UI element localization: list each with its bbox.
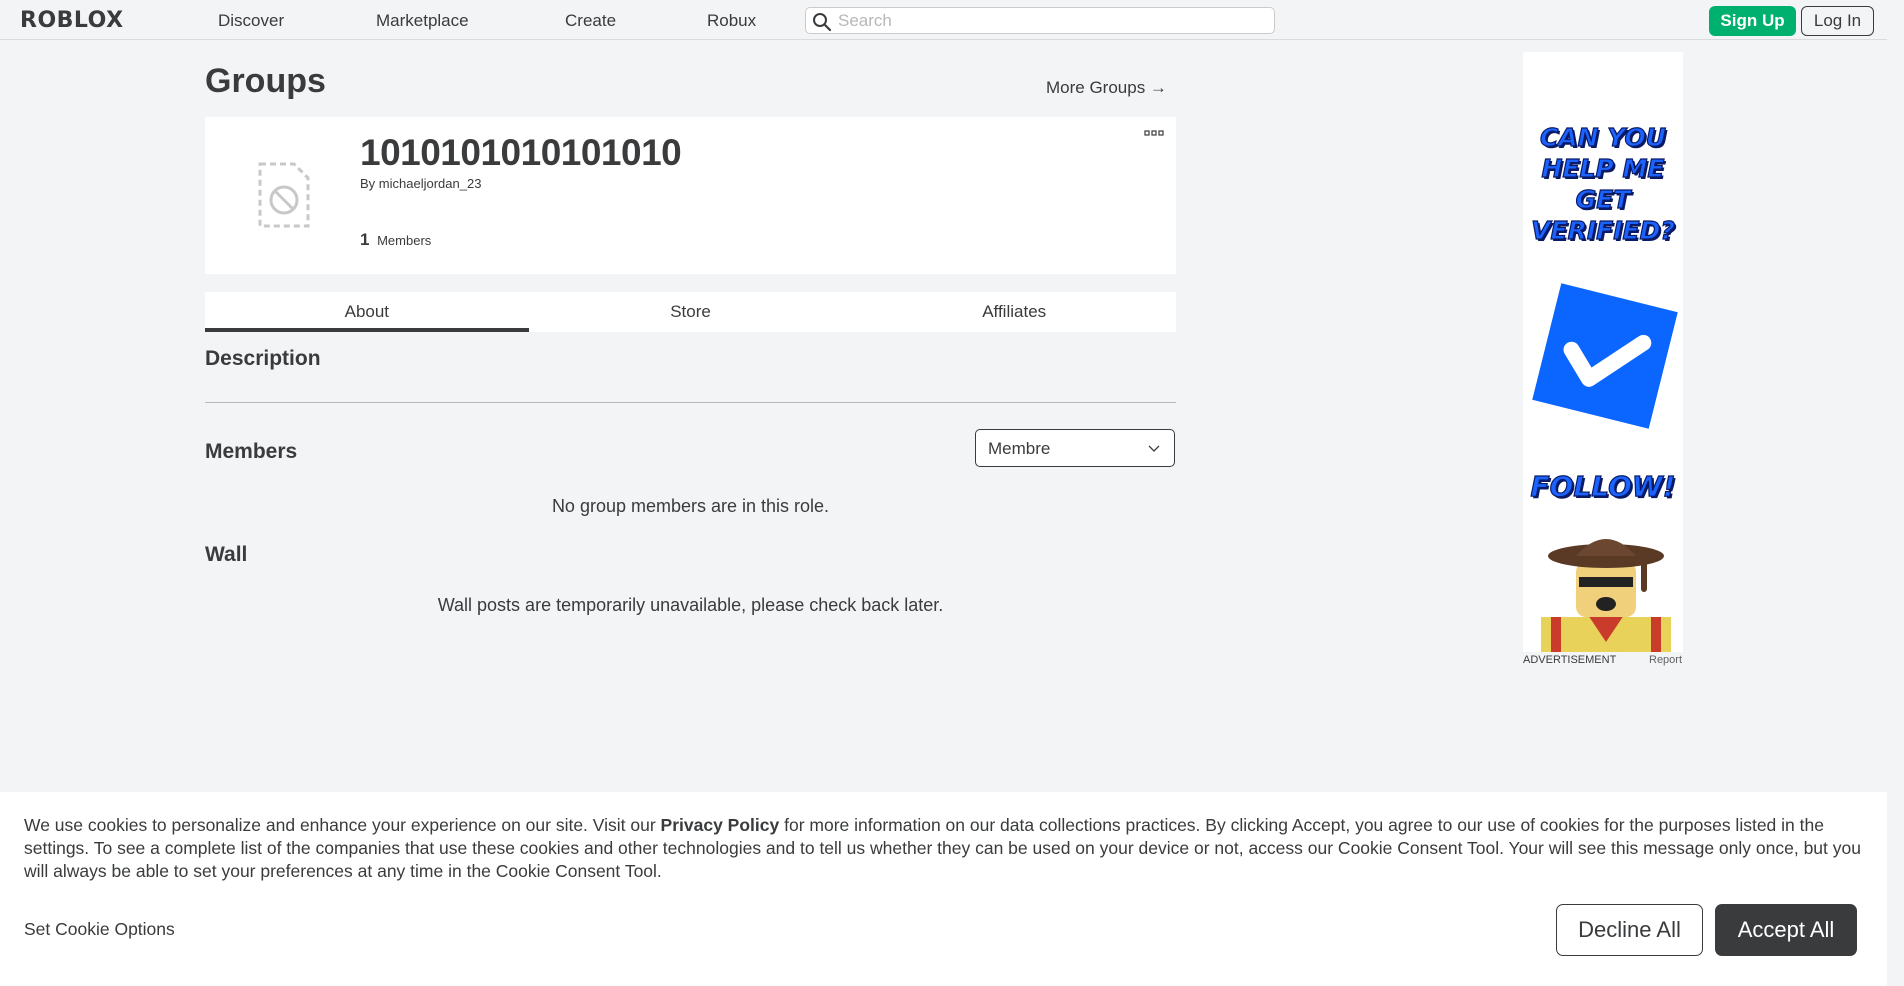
verified-check-icon [1532,283,1678,429]
role-dropdown[interactable]: Membre [975,429,1175,467]
top-nav: ROBLOX Discover Marketplace Create Robux… [0,0,1887,40]
ad-follow-text: FOLLOW! [1530,469,1676,503]
members-title: Members [205,440,298,463]
group-tabs: About Store Affiliates [205,292,1176,332]
cookie-banner: We use cookies to personalize and enhanc… [0,792,1887,986]
owner-link[interactable]: michaeljordan_23 [379,176,482,191]
more-options-icon[interactable] [1144,130,1164,138]
roblox-logo[interactable]: ROBLOX [20,8,124,33]
more-groups-link[interactable]: More Groups → [1046,78,1167,98]
set-cookie-options-link[interactable]: Set Cookie Options [24,919,175,940]
member-count-label: Members [377,233,432,248]
ad-headline: CAN YOU HELP ME GET VERIFIED? [1523,122,1683,246]
ad-report-link[interactable]: Report [1649,654,1682,666]
wall-title: Wall [205,543,248,566]
tab-about[interactable]: About [205,292,529,332]
description-title: Description [205,347,321,370]
cookie-text-before: We use cookies to personalize and enhanc… [24,815,661,835]
ad-headline-line: CAN YOU [1539,122,1667,152]
privacy-policy-link[interactable]: Privacy Policy [661,815,780,835]
chevron-down-icon [1148,445,1160,452]
by-label: By [360,176,376,191]
member-count: 1 Members [360,230,431,250]
avatar-image [1541,539,1671,652]
wall-message: Wall posts are temporarily unavailable, … [437,595,944,615]
log-in-button[interactable]: Log In [1801,6,1874,36]
search-icon [813,13,832,32]
search-input[interactable] [838,10,1258,32]
divider [205,402,1176,403]
nav-create[interactable]: Create [565,11,616,31]
nav-marketplace[interactable]: Marketplace [376,11,469,31]
blocked-image-icon [258,162,310,228]
decline-all-button[interactable]: Decline All [1556,904,1703,956]
search-box[interactable] [805,7,1275,34]
group-header-card: 1010101010101010 By michaeljordan_23 1 M… [205,117,1176,274]
ad-headline-line: VERIFIED? [1531,215,1676,245]
member-count-number: 1 [360,230,370,249]
members-empty-message: No group members are in this role. [551,496,830,516]
cookie-message: We use cookies to personalize and enhanc… [24,814,1869,883]
tab-affiliates[interactable]: Affiliates [852,292,1176,332]
group-name: 1010101010101010 [360,132,682,173]
nav-discover[interactable]: Discover [218,11,284,31]
tab-store[interactable]: Store [529,292,853,332]
role-selected-value: Membre [988,439,1051,458]
sign-up-button[interactable]: Sign Up [1709,6,1796,36]
page-title: Groups [205,62,326,100]
accept-all-button[interactable]: Accept All [1715,904,1857,956]
group-owner-line: By michaeljordan_23 [360,176,481,191]
ad-headline-line: GET [1575,184,1631,214]
advertisement-banner[interactable]: CAN YOU HELP ME GET VERIFIED? FOLLOW! [1523,52,1683,652]
ad-headline-line: HELP ME [1541,153,1665,183]
advertisement-label: ADVERTISEMENT [1523,654,1617,666]
nav-robux[interactable]: Robux [707,11,756,31]
